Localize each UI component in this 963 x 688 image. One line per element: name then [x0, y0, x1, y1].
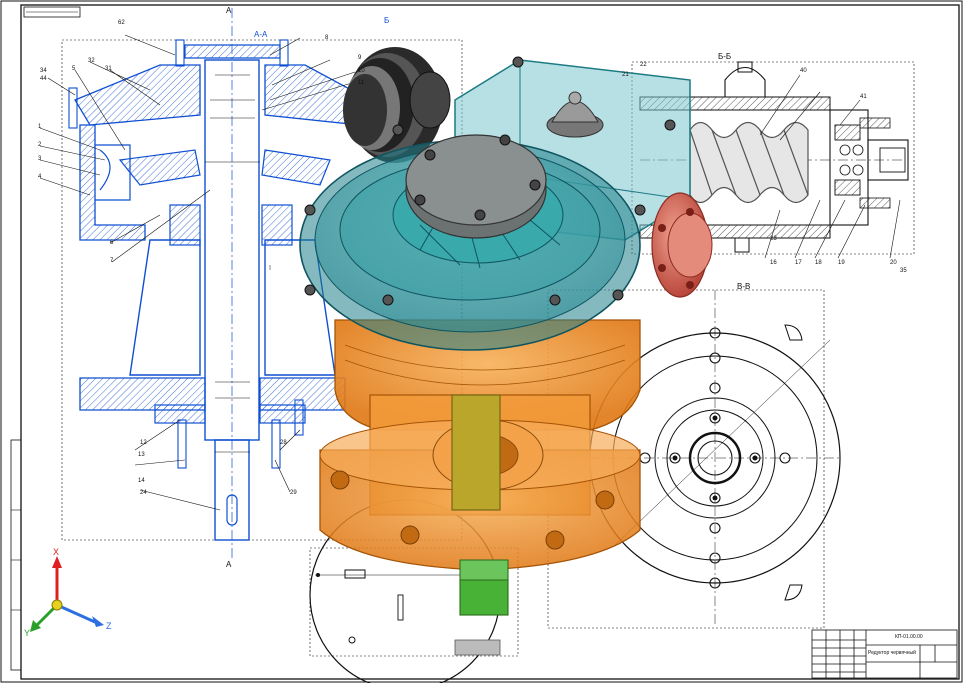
- callout-label: 62: [118, 20, 125, 26]
- callout-label: 13: [138, 452, 145, 458]
- title-doc-number: КП-01.00.00: [895, 634, 923, 640]
- callout-label: 12: [140, 440, 147, 446]
- callout-label: 17: [795, 260, 802, 266]
- callout-label: 11: [358, 80, 365, 86]
- callout-label: 14: [138, 478, 145, 484]
- cut-mark-a-top: А: [226, 6, 232, 15]
- cad-drawing-canvas[interactable]: А-А А А Б Б-Б В-В 62 34 44 32 31 1 2 3 4…: [0, 0, 963, 688]
- callout-label: 16: [770, 260, 777, 266]
- gearbox-3d-model: [299, 47, 713, 616]
- cut-mark-a-bottom: А: [226, 560, 232, 569]
- callout-label: 19: [838, 260, 845, 266]
- cut-mark-b: Б: [384, 16, 390, 25]
- title-name: Редуктор червячный: [868, 650, 916, 656]
- callout-label: 9: [358, 55, 362, 61]
- callout-label: 6: [110, 240, 114, 246]
- callout-label: 28: [280, 440, 287, 446]
- callout-label: 31: [105, 66, 112, 72]
- callout-label: 34: [40, 68, 47, 74]
- left-margin-strip: [10, 439, 22, 671]
- callout-label: 7: [110, 258, 114, 264]
- callout-label: 2: [38, 142, 42, 148]
- axis-x-label: X: [53, 547, 60, 557]
- callout-label: 21: [622, 72, 629, 78]
- callout-label: 24: [140, 490, 147, 496]
- callout-label: 41: [860, 94, 867, 100]
- axis-y-label: Y: [24, 628, 31, 638]
- callout-label: 29: [290, 490, 297, 496]
- section-label-aa: А-А: [254, 30, 268, 39]
- callout-label: 3: [38, 156, 42, 162]
- callout-label: 32: [88, 58, 95, 64]
- callout-label: 23: [770, 236, 777, 242]
- axis-z-label: Z: [106, 621, 112, 631]
- callout-label: 5: [72, 66, 76, 72]
- callout-label: 22: [640, 62, 647, 68]
- callout-label: 20: [890, 260, 897, 266]
- callout-label: 8: [325, 35, 329, 41]
- view-label-vv: В-В: [737, 282, 751, 291]
- callout-label: 44: [40, 76, 47, 82]
- drawing-svg: [0, 0, 963, 688]
- axis-triad: [30, 556, 104, 632]
- callout-label: 1: [38, 124, 42, 130]
- callout-label: 18: [815, 260, 822, 266]
- bearing-cap-3d: [651, 192, 713, 298]
- section-label-bb: Б-Б: [718, 52, 732, 61]
- callout-label: 35: [900, 268, 907, 274]
- callout-label: 10: [358, 68, 365, 74]
- callout-label: 4: [38, 174, 42, 180]
- callout-label: 40: [800, 68, 807, 74]
